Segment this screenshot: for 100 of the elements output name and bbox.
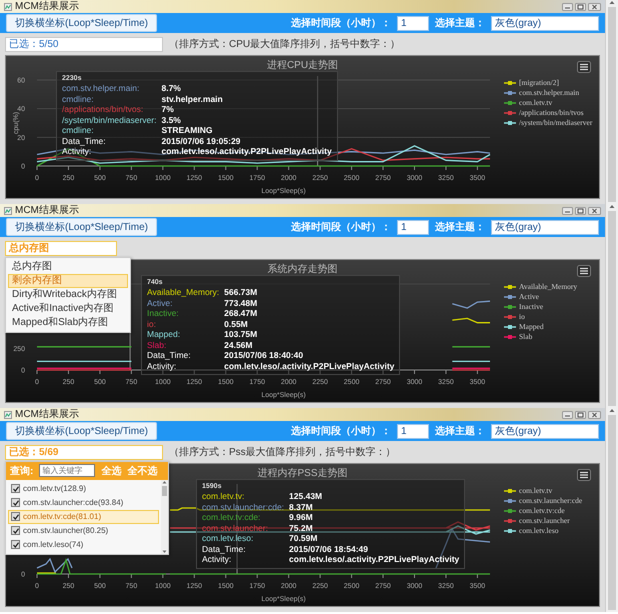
window-title: MCM结果展示 — [15, 0, 79, 12]
scroll-thumb[interactable] — [608, 7, 616, 202]
menu-icon[interactable] — [577, 265, 592, 277]
close-icon[interactable] — [588, 410, 602, 418]
tooltip-label: Slab: — [147, 340, 168, 350]
tooltip-label: com.letv.leso: — [202, 533, 254, 544]
period-field[interactable]: 1 — [397, 220, 430, 234]
app-icon — [4, 410, 12, 418]
list-scrollbar[interactable] — [161, 480, 168, 554]
dropdown-option[interactable]: 总内存图 — [8, 260, 128, 274]
process-list-item[interactable]: com.letv.tv:cde(81.01) — [8, 510, 159, 524]
theme-label: 选择主题： — [435, 16, 486, 30]
checkbox[interactable] — [11, 498, 20, 507]
chart-title: 进程CPU走势图 — [266, 60, 338, 71]
maximize-icon[interactable] — [575, 410, 586, 418]
tooltip-label: com.stv.launcher:cde: — [202, 502, 284, 512]
tooltip-value: 773.48M — [224, 298, 258, 308]
menu-icon[interactable] — [577, 469, 592, 481]
toggle-axis-button[interactable]: 切换横坐标(Loop*Sleep/Time) — [6, 422, 158, 440]
tooltip-label: com.letv.tv:cde: — [202, 512, 262, 522]
process-list-item[interactable]: com.stv.launcher:cde(93.84) — [8, 496, 159, 510]
sort-note: （排序方式：Pss最大值降序排列，括号中数字：） — [169, 446, 396, 459]
tooltip-value: com.letv.leso/.activity.P2PLivePlayActivity — [161, 146, 332, 156]
scroll-thumb[interactable] — [608, 211, 616, 406]
close-icon[interactable] — [588, 2, 602, 10]
scroll-down-icon[interactable] — [162, 550, 167, 554]
window-title: MCM结果展示 — [15, 408, 79, 420]
tooltip-value: com.letv.leso/.activity.P2PLivePlayActivity — [289, 554, 460, 564]
scrollbar[interactable] — [605, 408, 618, 612]
checkbox[interactable] — [11, 512, 20, 521]
menu-icon[interactable] — [577, 61, 592, 73]
maximize-icon[interactable] — [575, 2, 586, 10]
dropdown-option[interactable]: Mapped和Slab内存图 — [8, 316, 128, 330]
tooltip-label: Available_Memory: — [147, 287, 220, 298]
tooltip-label: Data_Time: — [62, 136, 107, 146]
sort-note: （排序方式：CPU最大值降序排列，括号中数字：） — [169, 38, 400, 51]
chart-title: 进程内存PSS走势图 — [258, 468, 348, 479]
dropdown-option[interactable]: Dirty和Writeback内存图 — [8, 288, 128, 302]
tooltip-value: 8.7% — [161, 83, 182, 94]
app-icon — [4, 206, 12, 214]
tooltip-value: 7% — [161, 104, 175, 114]
scrollbar[interactable] — [605, 0, 618, 204]
dropdown-option[interactable]: Active和Inactive内存图 — [8, 302, 128, 316]
period-field[interactable]: 1 — [397, 424, 430, 438]
scroll-thumb[interactable] — [162, 486, 167, 496]
tooltip-value: 125.43M — [289, 491, 324, 502]
period-label: 选择时间段（小时）： — [291, 220, 392, 234]
tooltip-value: 24.56M — [224, 340, 254, 350]
minimize-icon[interactable] — [562, 410, 574, 418]
selection-field[interactable]: 已选：5/50 — [5, 36, 163, 52]
period-field[interactable]: 1 — [397, 16, 430, 30]
tooltip-value: 2015/07/06 18:40:40 — [224, 350, 304, 360]
scroll-thumb[interactable] — [608, 415, 616, 610]
scrollbar[interactable] — [605, 204, 618, 408]
tooltip-value: stv.helper.main — [161, 94, 224, 104]
tooltip-value: 8.37M — [289, 502, 314, 512]
tooltip-value: 9.96M — [289, 512, 314, 522]
checkbox[interactable] — [11, 484, 20, 493]
tooltip-label: /system/bin/mediaserver: — [62, 114, 156, 125]
checkbox[interactable] — [11, 526, 20, 535]
tooltip-value: STREAMING — [161, 125, 214, 136]
tooltip-value: 70.59M — [289, 533, 318, 544]
tooltip-label: com.stv.launcher: — [202, 522, 269, 533]
tooltip-label: io: — [147, 318, 157, 329]
tooltip-value: 3.5% — [161, 114, 182, 125]
toggle-axis-button[interactable]: 切换横坐标(Loop*Sleep/Time) — [6, 14, 158, 32]
tooltip-label: Activity: — [62, 146, 92, 156]
search-field[interactable]: 输入关键字 — [39, 464, 96, 477]
tooltip-label: Data_Time: — [202, 544, 247, 554]
tooltip-label: /applications/bin/tvos: — [62, 104, 144, 114]
theme-field[interactable]: 灰色(gray) — [491, 220, 600, 234]
tooltip-value: 0.55M — [224, 318, 249, 329]
period-label: 选择时间段（小时）： — [291, 16, 392, 30]
tooltip-label: Data_Time: — [147, 350, 192, 360]
minimize-icon[interactable] — [562, 206, 574, 214]
theme-field[interactable]: 灰色(gray) — [491, 16, 600, 30]
minimize-icon[interactable] — [562, 2, 574, 10]
tooltip-value: 566.73M — [224, 287, 258, 298]
process-list-item[interactable]: com.stv.launcher(80.25) — [8, 524, 159, 538]
window-title: MCM结果展示 — [15, 204, 79, 216]
tooltip-label: Mapped: — [147, 329, 182, 340]
tooltip-label: cmdline: — [62, 94, 95, 104]
tooltip-label: Activity: — [147, 360, 178, 371]
scroll-up-icon[interactable] — [609, 0, 615, 5]
period-label: 选择时间段（小时）： — [291, 424, 392, 438]
chart-title: 系统内存走势图 — [268, 264, 338, 275]
tooltip-value: com.letv.leso/.activity.P2PLivePlayActivity — [224, 360, 394, 371]
tooltip-value: 75.2M — [289, 522, 314, 533]
tooltip-value: 2015/07/06 18:54:49 — [289, 544, 369, 554]
tooltip-label: Activity: — [202, 554, 232, 564]
theme-field[interactable]: 灰色(gray) — [491, 424, 600, 438]
theme-label: 选择主题： — [435, 424, 486, 438]
maximize-icon[interactable] — [575, 206, 586, 214]
tooltip-label: Inactive: — [147, 308, 180, 318]
toggle-axis-button[interactable]: 切换横坐标(Loop*Sleep/Time) — [6, 218, 158, 236]
tooltip-label: com.letv.tv: — [202, 491, 246, 502]
process-list-item[interactable]: com.letv.leso(74) — [8, 538, 159, 552]
close-icon[interactable] — [588, 206, 602, 214]
checkbox[interactable] — [11, 540, 20, 549]
process-list-item[interactable]: com.letv.tv(128.9) — [8, 482, 159, 496]
